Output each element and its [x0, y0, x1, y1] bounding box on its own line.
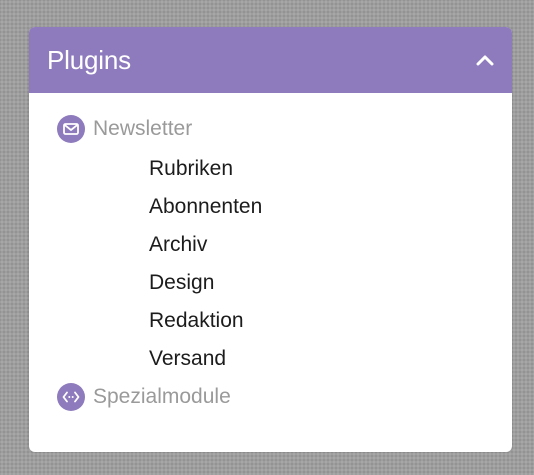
- panel-header[interactable]: Plugins: [29, 27, 512, 93]
- menu-item-archiv[interactable]: Archiv: [149, 226, 512, 264]
- menu-item-versand[interactable]: Versand: [149, 340, 512, 378]
- newsletter-submenu: Rubriken Abonnenten Archiv Design Redakt…: [57, 145, 512, 381]
- section-newsletter[interactable]: Newsletter: [57, 113, 512, 145]
- section-label-spezialmodule: Spezialmodule: [93, 385, 231, 408]
- section-label-newsletter: Newsletter: [93, 117, 193, 140]
- plugins-panel: Plugins Newsletter Rubriken Abonnenten A…: [29, 27, 512, 452]
- chevron-up-icon[interactable]: [474, 49, 496, 71]
- menu-item-rubriken[interactable]: Rubriken: [149, 150, 512, 188]
- panel-body: Newsletter Rubriken Abonnenten Archiv De…: [29, 93, 512, 413]
- panel-title: Plugins: [47, 44, 131, 75]
- section-spezialmodule[interactable]: Spezialmodule: [57, 381, 512, 413]
- menu-item-redaktion[interactable]: Redaktion: [149, 302, 512, 340]
- envelope-icon: [57, 115, 85, 143]
- menu-item-design[interactable]: Design: [149, 264, 512, 302]
- code-diamond-icon: [57, 383, 85, 411]
- menu-item-abonnenten[interactable]: Abonnenten: [149, 188, 512, 226]
